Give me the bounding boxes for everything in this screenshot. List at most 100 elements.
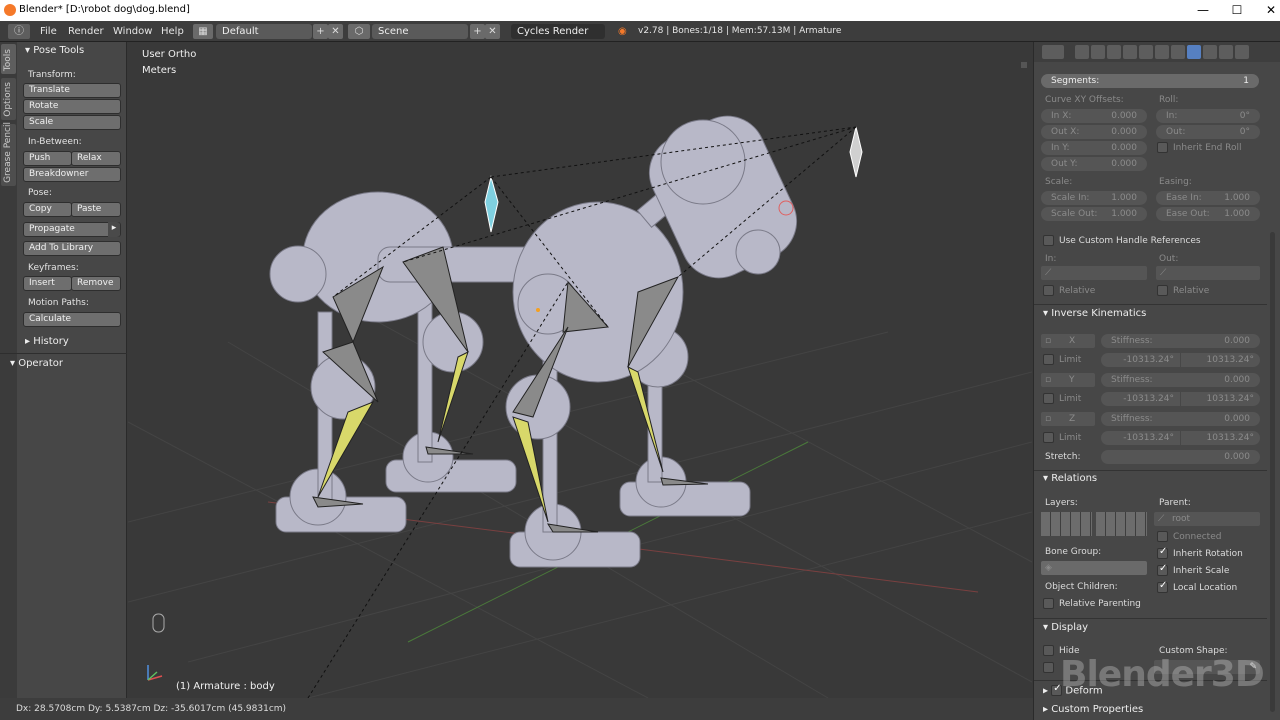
scene-add-icon[interactable]: +: [470, 24, 485, 39]
render-tab-icon[interactable]: [1075, 45, 1089, 59]
ik-max-z-field[interactable]: 10313.24°: [1181, 431, 1260, 445]
editor-type-icon[interactable]: ⓘ: [8, 24, 30, 39]
ik-limit-x-checkbox[interactable]: [1043, 354, 1054, 365]
calculate-button[interactable]: Calculate: [23, 312, 121, 327]
stretch-field[interactable]: 0.000: [1101, 450, 1260, 464]
roll-out-field[interactable]: Out: 0°: [1156, 125, 1260, 139]
close-icon[interactable]: ✕: [1254, 2, 1280, 19]
inherit-end-roll-checkbox[interactable]: [1157, 142, 1168, 153]
constraints-tab-icon[interactable]: [1155, 45, 1169, 59]
handle-in-relative-checkbox[interactable]: [1043, 285, 1054, 296]
world-tab-icon[interactable]: [1123, 45, 1137, 59]
insert-keyframe-button[interactable]: Insert: [23, 276, 72, 291]
parent-field[interactable]: ⟋ root: [1154, 512, 1260, 526]
ik-stiffness-y-field[interactable]: Stiffness: 0.000: [1101, 373, 1260, 387]
bone-tab-icon[interactable]: [1187, 45, 1201, 59]
layout-field[interactable]: Default: [216, 24, 312, 39]
ik-min-x-field[interactable]: -10313.24°: [1101, 353, 1180, 367]
scale-button[interactable]: Scale: [23, 115, 121, 130]
in-y-field[interactable]: In Y: 0.000: [1041, 141, 1147, 155]
relations-panel-title[interactable]: ▾ Relations: [1043, 473, 1275, 484]
ik-stiffness-x-field[interactable]: Stiffness: 0.000: [1101, 334, 1260, 348]
tab-options[interactable]: Options: [1, 78, 16, 120]
bone-layers-grid-a[interactable]: [1041, 512, 1092, 536]
ik-limit-y-checkbox[interactable]: [1043, 393, 1054, 404]
ik-limit-z-checkbox[interactable]: [1043, 432, 1054, 443]
ik-min-z-field[interactable]: -10313.24°: [1101, 431, 1180, 445]
ik-min-y-field[interactable]: -10313.24°: [1101, 392, 1180, 406]
layout-add-icon[interactable]: +: [313, 24, 328, 39]
bone-group-field[interactable]: ◈: [1041, 561, 1147, 575]
rotate-button[interactable]: Rotate: [23, 99, 121, 114]
handle-out-relative-checkbox[interactable]: [1157, 285, 1168, 296]
ik-stiffness-z-field[interactable]: Stiffness: 0.000: [1101, 412, 1260, 426]
custom-properties-panel-title[interactable]: ▸ Custom Properties: [1043, 704, 1275, 715]
armature-tab-icon[interactable]: [1171, 45, 1185, 59]
ik-max-x-field[interactable]: 10313.24°: [1181, 353, 1260, 367]
viewport-corner-widget[interactable]: [1021, 62, 1027, 68]
operator-panel-title[interactable]: ▾ Operator: [10, 358, 63, 369]
inherit-scale-checkbox[interactable]: [1157, 563, 1168, 576]
3d-viewport[interactable]: User Ortho Meters (1) Armature : body: [128, 42, 1032, 698]
relative-parenting-checkbox[interactable]: [1043, 598, 1054, 609]
out-x-field[interactable]: Out X: 0.000: [1041, 125, 1147, 139]
maximize-icon[interactable]: ☐: [1220, 2, 1254, 19]
inherit-rotation-checkbox[interactable]: [1157, 546, 1168, 559]
roll-in-field[interactable]: In: 0°: [1156, 109, 1260, 123]
ik-panel-title[interactable]: ▾ Inverse Kinematics: [1043, 308, 1275, 319]
render-layers-tab-icon[interactable]: [1091, 45, 1105, 59]
segments-field[interactable]: Segments: 1: [1041, 74, 1259, 88]
scene-field[interactable]: Scene: [372, 24, 468, 39]
bone-layers-grid-b[interactable]: [1096, 512, 1147, 536]
object-tab-icon[interactable]: [1139, 45, 1153, 59]
properties-scrollbar[interactable]: [1270, 232, 1275, 712]
hide-checkbox[interactable]: [1043, 645, 1054, 656]
tab-tools[interactable]: Tools: [1, 44, 16, 74]
add-to-library-button[interactable]: Add To Library: [23, 241, 121, 256]
breakdowner-button[interactable]: Breakdowner: [23, 167, 121, 182]
menu-help[interactable]: Help: [161, 21, 184, 42]
out-y-field[interactable]: Out Y: 0.000: [1041, 157, 1147, 171]
scene-remove-icon[interactable]: ✕: [485, 24, 500, 39]
minimize-icon[interactable]: —: [1186, 2, 1220, 19]
layout-remove-icon[interactable]: ✕: [328, 24, 343, 39]
menu-file[interactable]: File: [40, 21, 57, 42]
pose-tools-panel-title[interactable]: ▾ Pose Tools: [25, 45, 84, 56]
wire-checkbox[interactable]: [1043, 662, 1054, 673]
editor-type-icon[interactable]: [1042, 45, 1064, 59]
relax-button[interactable]: Relax: [71, 151, 121, 166]
texture-tab-icon[interactable]: [1219, 45, 1233, 59]
ik-max-y-field[interactable]: 10313.24°: [1181, 392, 1260, 406]
remove-keyframe-button[interactable]: Remove: [71, 276, 121, 291]
push-button[interactable]: Push: [23, 151, 72, 166]
connected-checkbox[interactable]: [1157, 531, 1168, 542]
handle-out-field[interactable]: ⟋: [1156, 266, 1260, 280]
scene-icon[interactable]: ⬡: [348, 24, 370, 39]
translate-button[interactable]: Translate: [23, 83, 121, 98]
local-location-checkbox[interactable]: [1157, 580, 1168, 593]
copy-pose-button[interactable]: Copy: [23, 202, 72, 217]
handle-in-field[interactable]: ⟋: [1041, 266, 1147, 280]
in-x-field[interactable]: In X: 0.000: [1041, 109, 1147, 123]
pin-icon[interactable]: [1235, 45, 1249, 59]
menu-render[interactable]: Render: [68, 21, 104, 42]
use-custom-handle-checkbox[interactable]: [1043, 235, 1054, 246]
ik-lock-x-toggle[interactable]: ▫ X: [1041, 334, 1095, 348]
propagate-dropdown-icon[interactable]: ▸: [108, 222, 120, 237]
menu-window[interactable]: Window: [113, 21, 152, 42]
render-engine-select[interactable]: Cycles Render: [511, 24, 605, 39]
scene-tab-icon[interactable]: [1107, 45, 1121, 59]
ease-in-field[interactable]: Ease In: 1.000: [1156, 191, 1260, 205]
display-panel-title[interactable]: ▾ Display: [1043, 622, 1275, 633]
ik-lock-y-toggle[interactable]: ▫ Y: [1041, 373, 1095, 387]
ik-lock-z-toggle[interactable]: ▫ Z: [1041, 412, 1095, 426]
layout-icon[interactable]: ▦: [193, 24, 213, 39]
paste-pose-button[interactable]: Paste: [71, 202, 121, 217]
propagate-button[interactable]: Propagate ▸: [23, 222, 121, 237]
tab-grease-pencil[interactable]: Grease Pencil: [1, 122, 16, 186]
scale-in-field[interactable]: Scale In: 1.000: [1041, 191, 1147, 205]
viewport-scene[interactable]: [128, 42, 1032, 698]
bone-constraints-tab-icon[interactable]: [1203, 45, 1217, 59]
scale-out-field[interactable]: Scale Out: 1.000: [1041, 207, 1147, 221]
history-panel-title[interactable]: ▸ History: [25, 336, 69, 347]
